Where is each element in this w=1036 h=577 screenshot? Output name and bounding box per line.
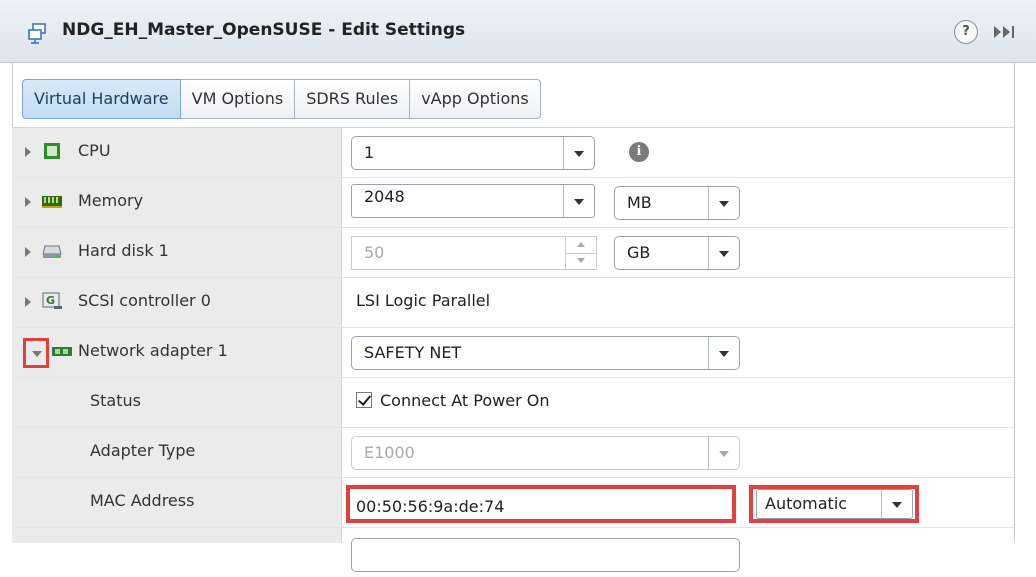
window-title: NDG_EH_Master_OpenSUSE - Edit Settings: [62, 20, 466, 40]
expand-icon[interactable]: [990, 22, 1020, 42]
tab-virtual-hardware[interactable]: Virtual Hardware: [22, 79, 181, 119]
row-partial: [12, 528, 1014, 577]
tab-sdrs-rules[interactable]: SDRS Rules: [295, 79, 411, 119]
adapter-type-value: E1000: [364, 443, 415, 462]
memory-value: 2048: [364, 187, 405, 206]
memory-select[interactable]: 2048: [351, 184, 595, 218]
disk-size-spinner[interactable]: 50: [351, 236, 597, 270]
chevron-down-icon[interactable]: [708, 237, 739, 269]
memory-unit-select[interactable]: MB: [614, 186, 740, 220]
status-label: Status: [90, 391, 141, 410]
scsi-label: SCSI controller 0: [78, 291, 211, 310]
disk-unit: GB: [627, 243, 651, 262]
spin-down-icon[interactable]: [565, 253, 596, 269]
dialog-content: Virtual Hardware VM Options SDRS Rules v…: [0, 63, 1036, 572]
chevron-down-icon[interactable]: [708, 437, 739, 469]
mac-address-input-highlight: [346, 485, 736, 523]
vm-icon: [28, 23, 46, 44]
cpu-label-cell[interactable]: CPU: [12, 128, 341, 177]
window-titlebar: NDG_EH_Master_OpenSUSE - Edit Settings ?: [0, 0, 1036, 63]
svg-text:G: G: [46, 294, 55, 307]
cpu-value: 1: [364, 143, 375, 162]
collapse-arrow-highlight[interactable]: [23, 338, 49, 368]
memory-label: Memory: [78, 191, 144, 210]
row-adapter-type: Adapter Type E1000: [12, 428, 1014, 478]
adapter-type-label: Adapter Type: [90, 441, 196, 460]
mac-mode-value: Automatic: [765, 494, 848, 513]
mac-mode-select[interactable]: Automatic: [756, 489, 913, 519]
network-value: SAFETY NET: [364, 343, 462, 362]
hardware-grid: CPU 1 i Memory 2048 MB Hard disk 1 50 GB…: [12, 127, 1014, 572]
mac-address-label: MAC Address: [90, 491, 195, 510]
tab-vapp-options[interactable]: vApp Options: [410, 79, 541, 119]
cpu-icon: [44, 143, 60, 159]
expand-arrow-icon[interactable]: [25, 197, 31, 207]
memory-unit: MB: [627, 193, 652, 212]
network-select[interactable]: SAFETY NET: [351, 336, 740, 370]
tab-vm-options[interactable]: VM Options: [180, 79, 296, 119]
scsi-controller-icon: G: [42, 292, 62, 309]
chevron-down-icon[interactable]: [708, 187, 739, 219]
disk-label: Hard disk 1: [78, 241, 169, 260]
disk-label-cell[interactable]: Hard disk 1: [12, 228, 341, 277]
chevron-down-icon[interactable]: [563, 137, 594, 169]
connect-at-power-on-checkbox[interactable]: [356, 392, 372, 408]
chevron-down-icon[interactable]: [32, 351, 42, 357]
mac-address-field[interactable]: [354, 492, 728, 520]
row-scsi: G SCSI controller 0 LSI Logic Parallel: [12, 278, 1014, 328]
mac-mode-highlight: Automatic: [749, 485, 919, 523]
disk-value: 50: [364, 243, 385, 262]
cpu-select[interactable]: 1: [351, 136, 595, 170]
memory-icon: [42, 196, 62, 208]
info-icon[interactable]: i: [629, 142, 649, 162]
network-adapter-icon: [52, 347, 72, 356]
disk-unit-select[interactable]: GB: [614, 236, 740, 270]
network-label-cell[interactable]: Network adapter 1: [12, 328, 341, 377]
chevron-down-icon[interactable]: [881, 490, 912, 518]
expand-arrow-icon[interactable]: [25, 147, 31, 157]
right-border: [1014, 63, 1015, 542]
row-hard-disk: Hard disk 1 50 GB: [12, 228, 1014, 278]
row-cpu: CPU 1 i: [12, 128, 1014, 178]
expand-arrow-icon[interactable]: [25, 247, 31, 257]
adapter-type-select[interactable]: E1000: [351, 436, 740, 470]
cpu-label: CPU: [78, 141, 111, 160]
row-memory: Memory 2048 MB: [12, 178, 1014, 228]
chevron-down-icon[interactable]: [708, 337, 739, 369]
partial-select[interactable]: [351, 538, 740, 572]
spin-up-icon[interactable]: [565, 237, 596, 254]
memory-label-cell[interactable]: Memory: [12, 178, 341, 227]
scsi-label-cell[interactable]: G SCSI controller 0: [12, 278, 341, 327]
row-network-adapter: Network adapter 1 SAFETY NET: [12, 328, 1014, 378]
tab-bar: Virtual Hardware VM Options SDRS Rules v…: [22, 79, 541, 119]
hard-disk-icon: [42, 245, 62, 258]
network-label: Network adapter 1: [78, 341, 228, 360]
expand-arrow-icon[interactable]: [25, 297, 31, 307]
row-status: Status Connect At Power On: [12, 378, 1014, 428]
scsi-value: LSI Logic Parallel: [356, 291, 491, 310]
connect-at-power-on-label[interactable]: Connect At Power On: [380, 391, 549, 410]
chevron-down-icon[interactable]: [563, 185, 594, 217]
help-icon[interactable]: ?: [954, 20, 978, 44]
row-mac-address: MAC Address Automatic: [12, 478, 1014, 528]
